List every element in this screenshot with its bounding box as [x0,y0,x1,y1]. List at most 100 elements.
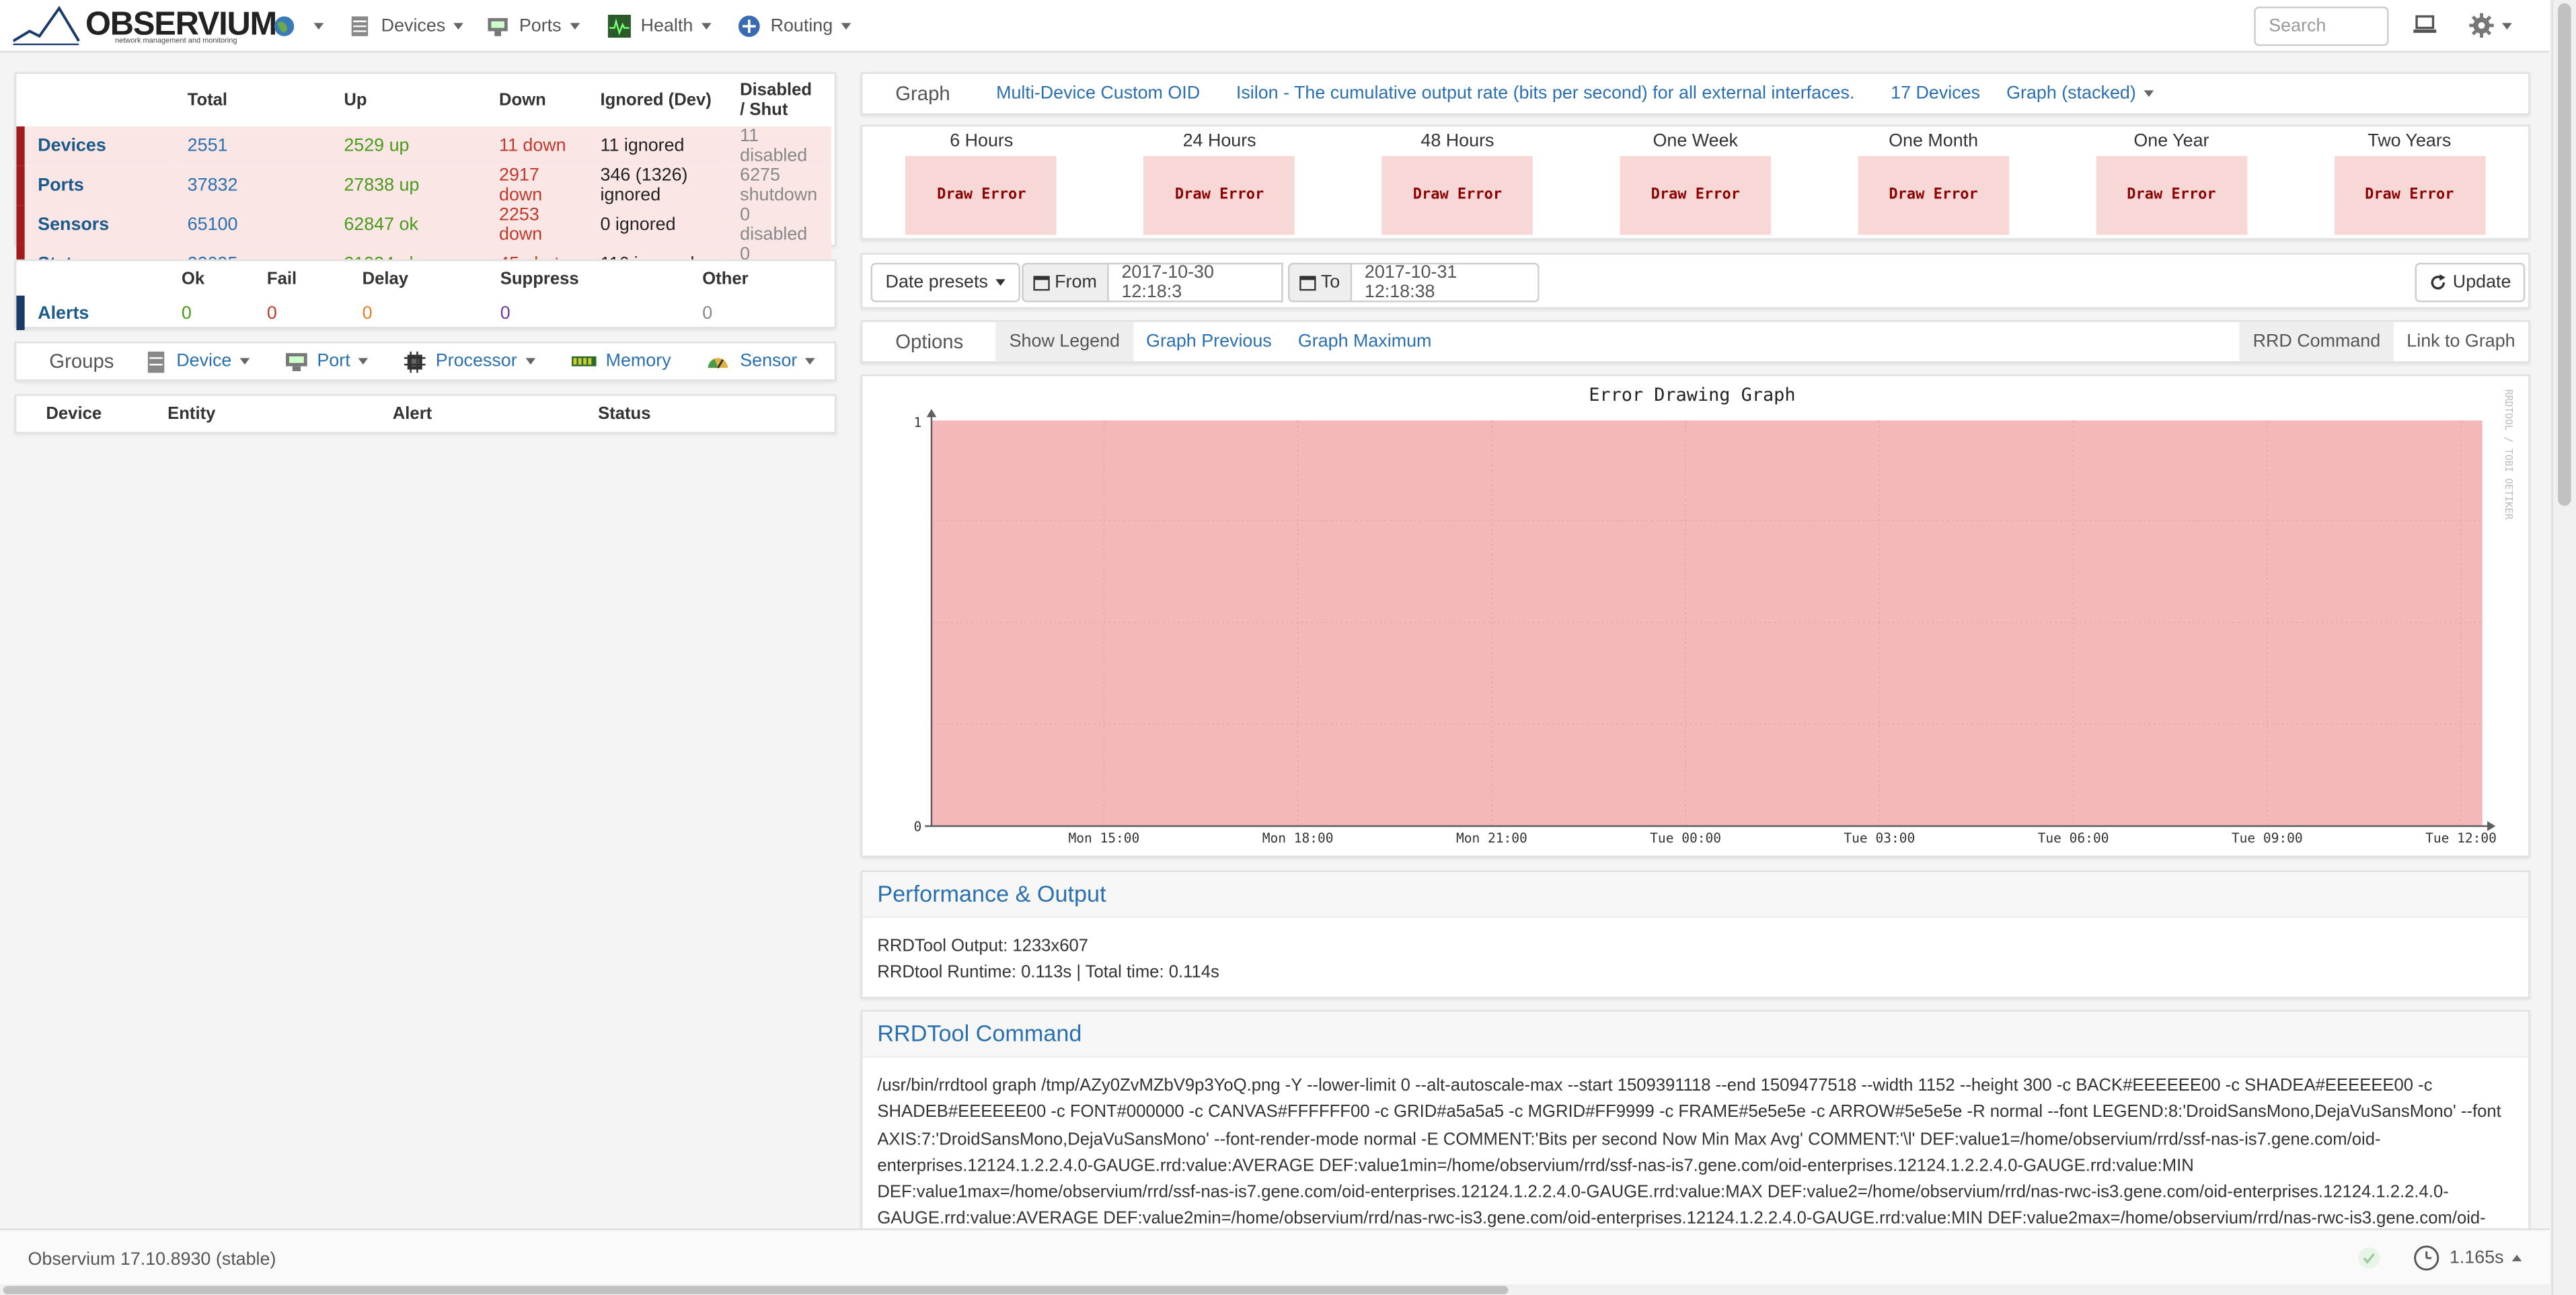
graph-style-dropdown[interactable]: Graph (stacked) [1994,74,2168,114]
nav-menu-routing[interactable]: Routing [738,13,851,40]
disabled-cell[interactable]: 6275 shutdown [726,165,831,206]
ok-cell[interactable]: 0 [168,296,254,331]
x-tick-label: Tue 09:00 [2232,830,2303,846]
status-summary-table: Total Up Down Ignored (Dev) Disabled / S… [16,74,834,284]
total-cell[interactable]: 65100 [174,205,331,245]
disabled-cell[interactable]: 11 disabled [726,126,831,166]
scrollbar-thumb[interactable] [2558,3,2571,506]
options-bar: Options Show Legend Graph Previous Graph… [860,320,2530,363]
down-cell[interactable]: 11 down [486,126,587,166]
draw-error-thumb: Draw Error [1381,156,1533,235]
alert-list-panel: Device Entity Alert Status [14,394,837,434]
column-header: Up [344,90,367,110]
period-label: 48 Hours [1420,131,1494,151]
settings-menu[interactable] [2469,13,2512,38]
to-date-input[interactable]: 2017-10-31 12:18:38 [1351,262,1539,303]
nav-menu-label: Health [640,16,693,36]
update-button[interactable]: Update [2415,262,2526,303]
suppress-cell[interactable]: 0 [487,296,689,331]
up-cell[interactable]: 62847 ok [330,205,486,245]
from-date-input[interactable]: 2017-10-30 12:18:3 [1108,262,1283,303]
draw-error-thumb: Draw Error [1620,156,1772,235]
nav-menu-ports[interactable]: Ports [486,13,580,40]
scrollbar-thumb[interactable] [3,1286,1509,1294]
period-thumb-month[interactable]: One Month Draw Error [1815,131,2053,235]
row-label-alerts[interactable]: Alerts [16,295,169,331]
total-cell[interactable]: 2551 [174,126,331,166]
link-to-graph-button[interactable]: Link to Graph [2394,322,2528,362]
laptop-icon[interactable] [2413,15,2437,40]
period-thumb-2years[interactable]: Two Years Draw Error [2290,131,2528,235]
logo-subtitle: network management and monitoring [114,36,237,44]
period-thumb-week[interactable]: One Week Draw Error [1577,131,1815,235]
up-cell[interactable]: 2529 up [330,126,486,166]
group-menu-sensor[interactable]: Sensor [694,344,829,380]
graph-previous-toggle[interactable]: Graph Previous [1133,322,1285,362]
x-axis-arrow-icon [2487,821,2496,831]
delay-cell[interactable]: 0 [349,296,487,331]
ignored-cell[interactable]: 346 (1326) ignored [586,165,727,206]
performance-line: RRDTool Output: 1233x607 [877,936,1089,956]
period-thumb-48h[interactable]: 48 Hours Draw Error [1338,131,1577,235]
group-menu-port[interactable]: Port [272,344,381,380]
rrd-command-line: enterprises.12124.1.2.2.4.0-GAUGE.rrd:va… [877,1156,2194,1176]
table-row: Devices 2551 2529 up 11 down 11 ignored … [16,126,831,166]
ignored-cell[interactable]: 0 ignored [586,205,727,245]
period-thumb-24h[interactable]: 24 Hours Draw Error [1100,131,1338,235]
x-tick-label: Mon 15:00 [1069,830,1140,846]
ignored-cell[interactable]: 11 ignored [586,126,727,166]
memory-icon [571,355,596,366]
period-row: 6 Hours Draw Error 24 Hours Draw Error 4… [862,126,2528,235]
rrd-command-title: RRDTool Command [877,1019,1082,1046]
row-label-sensors[interactable]: Sensors [16,205,175,245]
date-presets-dropdown[interactable]: Date presets [870,262,1021,303]
rrd-command-toggle[interactable]: RRD Command [2240,321,2394,362]
down-cell[interactable]: 2253 down [486,205,587,245]
column-header: Ignored (Dev) [600,90,712,110]
page-timing-value: 1.165s [2449,1248,2504,1268]
column-header [21,74,175,126]
up-cell[interactable]: 27838 up [330,165,486,206]
graph-oid-link[interactable]: Isilon - The cumulative output rate (bit… [1223,74,1868,114]
nav-menu-health[interactable]: Health [607,13,712,40]
globe-menu[interactable] [272,13,324,40]
observium-logo[interactable]: OBSERVIUM network management and monitor… [12,5,277,48]
fail-cell[interactable]: 0 [254,296,349,331]
column-header: Suppress [500,268,579,288]
column-header: Fail [266,268,297,288]
devices-count-link[interactable]: 17 Devices [1878,74,1994,114]
other-cell[interactable]: 0 [689,296,835,331]
row-label-ports[interactable]: Ports [16,165,175,206]
disabled-cell[interactable]: 0 disabled [726,205,831,245]
table-row: Alerts 0 0 0 0 0 [16,295,835,331]
vertical-scrollbar[interactable] [2551,0,2576,1295]
status-ok-icon [2357,1247,2380,1275]
period-thumb-6h[interactable]: 6 Hours Draw Error [862,131,1100,235]
graph-maximum-toggle[interactable]: Graph Maximum [1285,322,1445,362]
show-legend-toggle[interactable]: Show Legend [996,321,1133,362]
calendar-icon [1299,276,1316,291]
group-menu-memory[interactable]: Memory [558,344,684,380]
graph-type-link[interactable]: Multi-Device Custom OID [983,74,1213,114]
row-label-devices[interactable]: Devices [16,126,175,166]
period-thumb-year[interactable]: One Year Draw Error [2053,131,2291,235]
total-cell[interactable]: 37832 [174,165,331,206]
search-input[interactable]: Search [2254,6,2389,46]
page-timing-toggle[interactable]: 1.165s [2413,1245,2522,1271]
column-header: Total [187,90,228,110]
main-graph-panel: Error Drawing Graph RRDTOOL / TOBI OETIK… [860,374,2530,858]
column-header: Ok [181,268,205,288]
group-menu-device[interactable]: Device [134,344,263,380]
nav-menu-devices[interactable]: Devices [348,13,464,40]
group-menu-processor[interactable]: Processor [391,344,548,380]
down-cell[interactable]: 2917 down [486,165,587,206]
column-header: Entity [167,403,216,423]
y-tick-label: 1 [914,415,922,430]
chevron-down-icon [996,279,1006,286]
calendar-icon [1033,276,1050,291]
chevron-up-icon [2511,1255,2522,1261]
horizontal-scrollbar[interactable] [0,1284,2552,1295]
server-icon [348,15,371,38]
x-tick-label: Mon 18:00 [1262,830,1334,846]
table-header-row: Device Entity Alert Status [16,396,834,430]
